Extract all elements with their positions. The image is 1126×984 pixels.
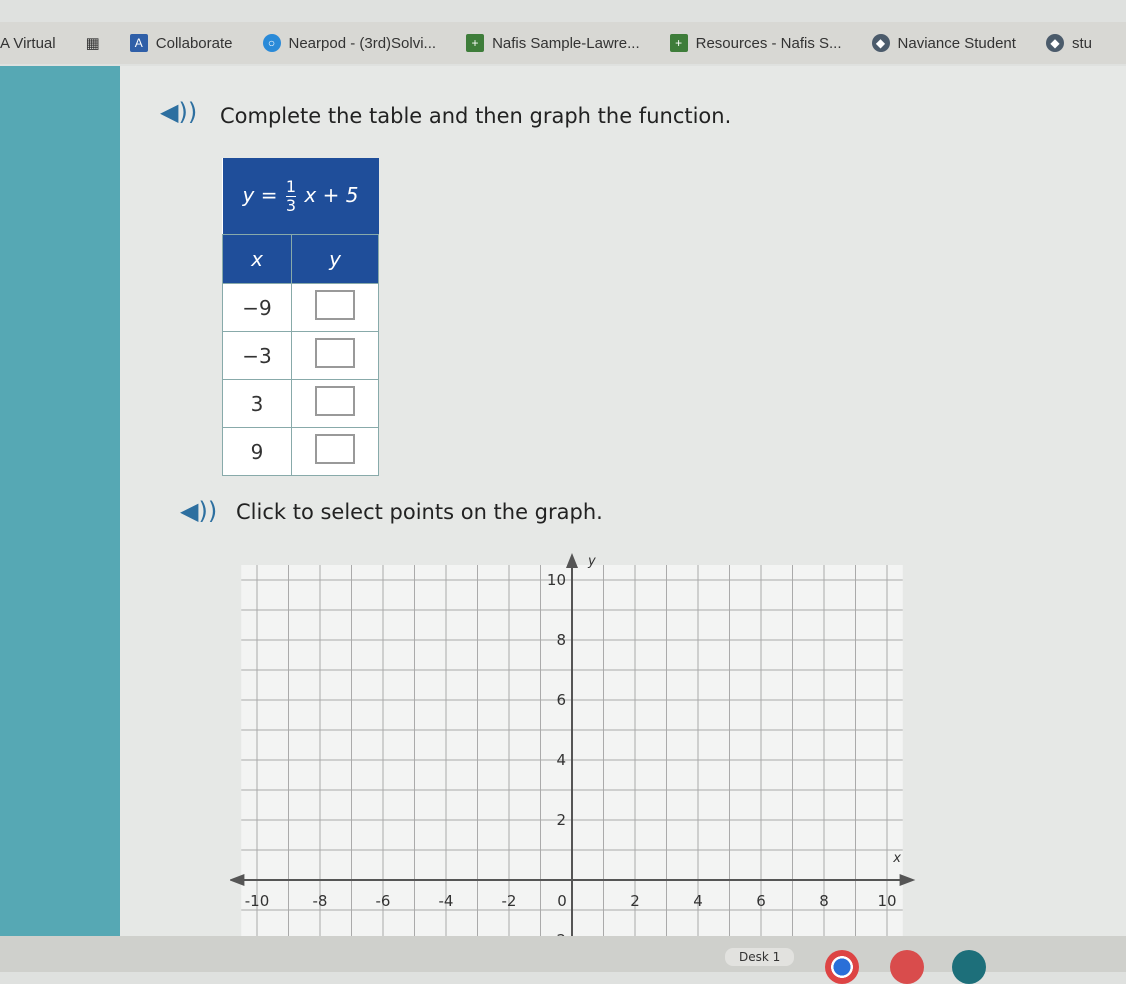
question-prompt: Complete the table and then graph the fu…: [220, 104, 732, 128]
fraction: 13: [285, 176, 297, 215]
bookmark-collaborate[interactable]: A Collaborate: [129, 34, 233, 52]
x-tick-label: -4: [439, 892, 454, 910]
bookmark-virtual[interactable]: A Virtual: [0, 35, 56, 52]
table-row: −3: [222, 331, 379, 380]
header-y: y: [291, 234, 379, 284]
y-tick-label: 4: [556, 751, 566, 769]
coordinate-graph[interactable]: -10-8-6-4-20246810108642-2xy: [230, 550, 920, 940]
app-icon[interactable]: [952, 950, 986, 984]
x-tick-label: 8: [819, 892, 829, 910]
x-axis-arrow: [230, 874, 245, 886]
desk-button[interactable]: Desk 1: [725, 948, 795, 966]
x-tick-label: -8: [313, 892, 328, 910]
paint-icon[interactable]: [890, 950, 924, 984]
apps-grid-icon: ▦: [85, 35, 100, 52]
x-axis-label: x: [892, 851, 901, 866]
x-tick-label: -6: [376, 892, 391, 910]
bookmark-stu[interactable]: ◆ stu: [1045, 34, 1092, 52]
equation: y = 13 x + 5: [222, 158, 379, 235]
y-input[interactable]: [315, 434, 355, 464]
y-tick-label: 10: [547, 571, 566, 589]
y-tick-label: 6: [556, 691, 566, 709]
graph-prompt: Click to select points on the graph.: [236, 500, 603, 524]
speaker-icon[interactable]: ◀)): [160, 98, 197, 126]
x-tick-label: 0: [557, 892, 567, 910]
classroom-icon: +: [669, 34, 688, 52]
bookmark-nearpod[interactable]: ○ Nearpod - (3rd)Solvi...: [262, 34, 436, 52]
y-axis-arrow: [566, 553, 578, 568]
x-axis-arrow: [899, 874, 916, 886]
x-tick-label: 10: [877, 892, 896, 910]
y-axis-label: y: [587, 554, 596, 569]
bookmark-resources[interactable]: + Resources - Nafis S...: [669, 34, 842, 52]
bookmarks-bar: A Virtual ▦ A Collaborate ○ Nearpod - (3rd…: [0, 22, 1126, 64]
x-tick-label: 4: [693, 892, 703, 910]
x-tick-label: 2: [630, 892, 640, 910]
table-row: 9: [222, 427, 379, 476]
y-tick-label: 8: [556, 631, 566, 649]
y-input[interactable]: [315, 290, 355, 320]
header-x: x: [222, 234, 292, 284]
x-tick-label: -10: [245, 892, 270, 910]
chrome-icon[interactable]: [825, 950, 859, 984]
apps-button[interactable]: ▦: [86, 34, 100, 52]
naviance-icon: ◆: [871, 34, 890, 52]
x-tick-label: 6: [756, 892, 766, 910]
speaker-icon[interactable]: ◀)): [180, 497, 217, 525]
x-tick-label: -2: [502, 892, 517, 910]
naviance-icon: ◆: [1045, 34, 1064, 52]
table-row: −9: [222, 283, 379, 332]
y-tick-label: 2: [556, 811, 566, 829]
bookmark-naviance[interactable]: ◆ Naviance Student: [871, 34, 1016, 52]
bookmark-nafis-sample[interactable]: + Nafis Sample-Lawre...: [466, 34, 640, 52]
function-table: y = 13 x + 5 xy −9 −3 3 9: [222, 158, 379, 476]
table-row: 3: [222, 379, 379, 428]
classroom-icon: +: [466, 34, 485, 52]
left-sidebar: [0, 66, 120, 936]
nearpod-icon: ○: [262, 34, 281, 52]
y-input[interactable]: [315, 386, 355, 416]
y-input[interactable]: [315, 338, 355, 368]
collaborate-icon: A: [129, 34, 148, 52]
